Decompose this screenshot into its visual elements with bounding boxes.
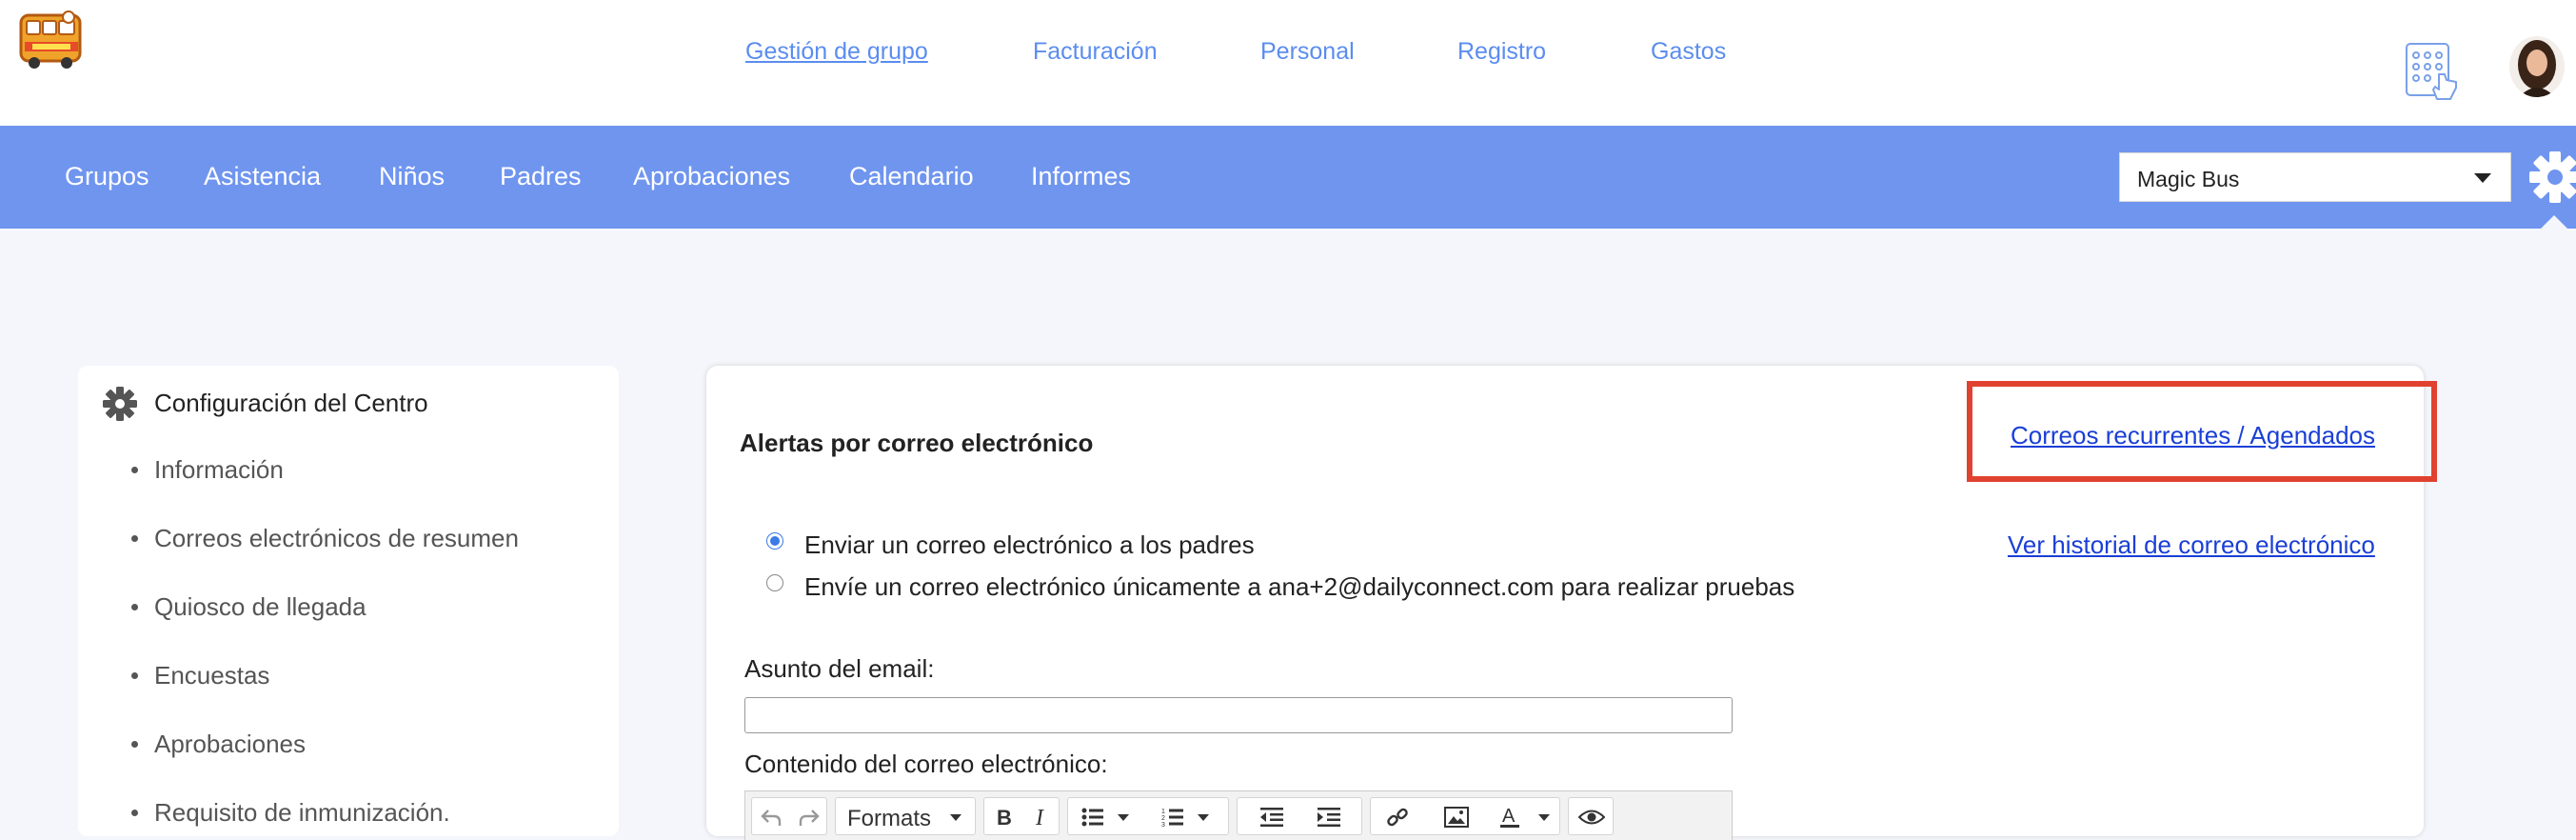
page-title: Alertas por correo electrónico — [740, 429, 1094, 457]
outdent-icon[interactable] — [1253, 798, 1291, 836]
center-select-dropdown[interactable]: Magic Bus — [2119, 152, 2511, 202]
top-header: Gestión de grupo Facturación Personal Re… — [0, 0, 2576, 126]
nav-informes[interactable]: Informes — [1031, 162, 1131, 191]
chevron-down-icon — [2474, 173, 2491, 183]
insert-group: A — [1370, 797, 1560, 835]
gear-icon — [101, 385, 139, 423]
subject-input[interactable] — [744, 697, 1733, 733]
list-group: 123 — [1067, 797, 1229, 835]
top-nav-facturacion[interactable]: Facturación — [1033, 38, 1158, 66]
top-nav-gastos[interactable]: Gastos — [1651, 38, 1726, 66]
bullet — [131, 672, 138, 679]
chevron-down-icon[interactable] — [1198, 814, 1209, 821]
recurring-emails-link[interactable]: Correos recurrentes / Agendados — [2011, 421, 2375, 450]
email-history-link[interactable]: Ver historial de correo electrónico — [2008, 530, 2375, 560]
nav-calendario[interactable]: Calendario — [849, 162, 974, 191]
undo-icon[interactable] — [752, 798, 790, 836]
sidebar-item-aprobaciones[interactable]: Aprobaciones — [131, 730, 306, 759]
active-pointer — [2541, 215, 2567, 229]
nav-grupos[interactable]: Grupos — [65, 162, 149, 191]
svg-text:B: B — [997, 806, 1012, 829]
svg-text:I: I — [1035, 806, 1044, 829]
sidebar-item-label: Encuestas — [154, 661, 270, 690]
svg-text:1: 1 — [1161, 809, 1165, 815]
sidebar-item-label: Quiosco de llegada — [154, 592, 367, 621]
sidebar-item-inmunizacion[interactable]: Requisito de inmunización. — [131, 798, 450, 828]
numbered-list-icon[interactable]: 123 — [1154, 798, 1192, 836]
content-label: Contenido del correo electrónico: — [744, 750, 1108, 778]
bullet — [131, 604, 138, 610]
subject-label: Asunto del email: — [744, 654, 935, 683]
sidebar-item-label: Requisito de inmunización. — [154, 798, 450, 827]
top-nav-gestion-de-grupo[interactable]: Gestión de grupo — [745, 38, 928, 66]
nav-aprobaciones[interactable]: Aprobaciones — [633, 162, 790, 191]
redo-icon[interactable] — [790, 798, 828, 836]
sidebar-item-label: Aprobaciones — [154, 730, 306, 758]
nav-ninos[interactable]: Niños — [379, 162, 445, 191]
text-color-icon[interactable]: A — [1491, 798, 1529, 836]
chevron-down-icon — [950, 814, 961, 821]
top-navigation: Gestión de grupo Facturación Personal Re… — [0, 0, 2576, 105]
svg-text:2: 2 — [1161, 815, 1165, 822]
sidebar-item-quiosco[interactable]: Quiosco de llegada — [131, 592, 367, 622]
sidebar-item-encuestas[interactable]: Encuestas — [131, 661, 270, 690]
nav-padres[interactable]: Padres — [500, 162, 582, 191]
bullet — [131, 467, 138, 473]
bullet-list-icon[interactable] — [1074, 798, 1112, 836]
chevron-down-icon[interactable] — [1118, 814, 1129, 821]
top-nav-personal[interactable]: Personal — [1260, 38, 1355, 66]
preview-icon[interactable] — [1573, 798, 1611, 836]
formats-dropdown[interactable]: Formats — [835, 797, 976, 835]
settings-sidebar: Configuración del Centro Información Cor… — [78, 366, 619, 836]
editor-toolbar: Formats B I 123 A — [744, 790, 1733, 840]
radio-send-test-label: Envíe un correo electrónico únicamente a… — [804, 572, 1795, 601]
sidebar-item-informacion[interactable]: Información — [131, 455, 284, 485]
center-select-value: Magic Bus — [2137, 167, 2240, 191]
style-group: B I — [983, 797, 1060, 835]
chevron-down-icon[interactable] — [1538, 814, 1550, 821]
bullet — [131, 810, 138, 816]
radio-send-test[interactable] — [766, 574, 783, 591]
indent-icon[interactable] — [1310, 798, 1348, 836]
image-icon[interactable] — [1437, 798, 1476, 836]
sidebar-item-correos-resumen[interactable]: Correos electrónicos de resumen — [131, 524, 519, 553]
bullet — [131, 741, 138, 748]
italic-icon[interactable]: I — [1022, 798, 1060, 836]
bullet — [131, 535, 138, 542]
top-nav-registro[interactable]: Registro — [1457, 38, 1546, 66]
sidebar-item-label: Correos electrónicos de resumen — [154, 524, 519, 552]
sidebar-title: Configuración del Centro — [154, 389, 428, 417]
kiosk-keypad-icon[interactable] — [2405, 42, 2462, 105]
history-group — [751, 797, 827, 835]
svg-text:3: 3 — [1161, 822, 1165, 828]
link-icon[interactable] — [1378, 798, 1417, 836]
formats-label: Formats — [847, 806, 932, 831]
radio-send-parents-label: Enviar un correo electrónico a los padre… — [804, 530, 1255, 559]
sidebar-item-label: Información — [154, 455, 284, 484]
radio-send-parents[interactable] — [766, 532, 783, 550]
svg-text:A: A — [1502, 806, 1516, 827]
settings-gear-icon[interactable] — [2526, 145, 2576, 211]
nav-asistencia[interactable]: Asistencia — [204, 162, 321, 191]
bold-icon[interactable]: B — [984, 798, 1022, 836]
indent-group — [1237, 797, 1362, 835]
user-avatar[interactable] — [2509, 36, 2565, 97]
preview-group — [1568, 797, 1614, 835]
